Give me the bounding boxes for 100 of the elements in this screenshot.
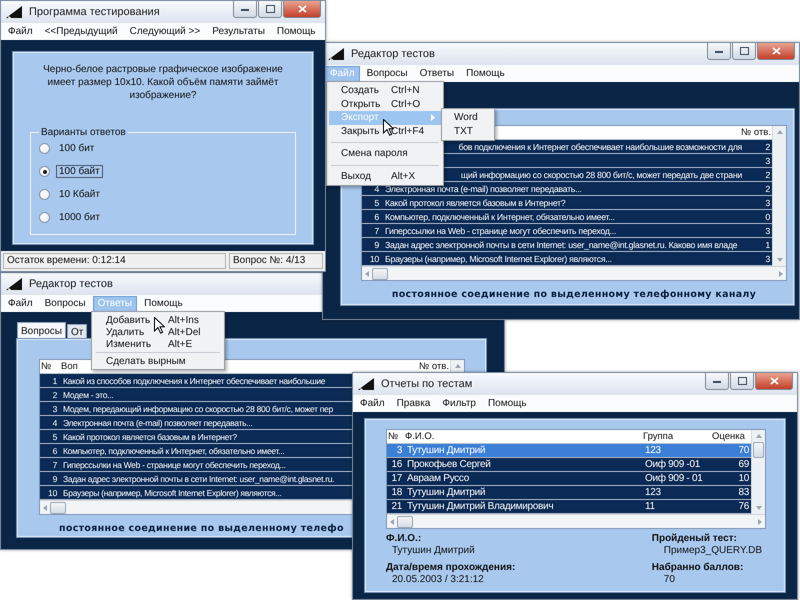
table-row[interactable]: 2 Модем - это... xyxy=(40,388,352,402)
radio-button[interactable] xyxy=(39,143,50,154)
vertical-scrollbar[interactable] xyxy=(751,430,765,514)
scroll-thumb[interactable] xyxy=(753,442,764,458)
column-header[interactable]: Оценка xyxy=(711,431,746,442)
menu-item[interactable]: Изменить Alt+E xyxy=(94,338,222,350)
scroll-thumb[interactable] xyxy=(50,502,66,514)
menu-item[interactable]: Файл xyxy=(3,296,38,312)
table-row[interactable]: 21 Тутушин Дмитрий Владимирович 11 76 xyxy=(387,500,751,514)
menu-item[interactable]: Помощь xyxy=(461,66,510,82)
radio-button[interactable] xyxy=(39,189,50,200)
menu-item[interactable]: Файл xyxy=(3,24,38,40)
menu-item[interactable]: Помощь xyxy=(482,396,532,412)
table-row[interactable]: 17 Авраам Руссо Оиф 909 - 01 10 xyxy=(387,472,751,486)
scroll-down-icon[interactable] xyxy=(754,505,762,511)
column-header[interactable]: Ф.И.О. xyxy=(404,431,436,442)
table-row[interactable]: 10 Браузеры (например, Microsoft Internet Explorer) являются... xyxy=(40,486,352,500)
menu-item[interactable]: Файл xyxy=(355,396,390,412)
scroll-right-icon[interactable] xyxy=(778,270,784,278)
menu-item[interactable]: Помощь xyxy=(272,24,321,40)
scroll-thumb[interactable] xyxy=(372,268,388,280)
option-label[interactable]: 1000 бит xyxy=(56,211,103,224)
menu-item[interactable]: Открыть Ctrl+O xyxy=(329,98,441,111)
table-row[interactable]: 18 Тутушин Дмитрий 123 83 xyxy=(387,486,751,500)
table-row[interactable]: 5 Какой протокол является базовым в Интернет? 3 xyxy=(362,196,772,210)
menu-item[interactable]: Помощь xyxy=(139,296,188,312)
menu-item[interactable]: Правка xyxy=(392,396,436,412)
table-row[interactable]: 7 Гиперссылки на Web - странице могут обеспечить переход... xyxy=(40,458,352,472)
menu-item[interactable]: Результаты xyxy=(207,24,270,40)
column-header[interactable]: № xyxy=(387,431,400,442)
menu-item[interactable]: Добавить Alt+Ins xyxy=(94,314,222,326)
question-text: Гиперссылки на Web - странице могут обеспечить переход... xyxy=(63,460,286,470)
horizontal-scrollbar[interactable] xyxy=(362,266,786,280)
vertical-scrollbar[interactable] xyxy=(772,126,786,266)
column-header[interactable]: № xyxy=(40,361,52,372)
column-header[interactable]: Воп xyxy=(60,361,79,372)
app-logo-icon xyxy=(5,5,23,19)
menu-item[interactable]: Вопросы xyxy=(362,66,413,82)
scroll-right-icon[interactable] xyxy=(757,518,763,526)
table-row[interactable]: 6 Компьютер, подключенный к Интернет, обязательно имеет... 0 xyxy=(362,210,772,224)
field-label: Дата/время прохождения: xyxy=(386,562,516,574)
scroll-down-icon[interactable] xyxy=(776,257,784,263)
menu-item[interactable]: Вопросы xyxy=(40,296,91,312)
window-title: Отчеты по тестам xyxy=(381,378,472,390)
close-button[interactable] xyxy=(755,373,793,390)
column-header[interactable]: Группа xyxy=(642,431,674,442)
column-header[interactable]: № отв. xyxy=(418,361,450,372)
cell-text: Тутушин Дмитрий xyxy=(406,445,486,456)
table-row[interactable]: 1 Какой из способов подключения к Интернет обеспечивает наибольшие xyxy=(40,374,352,388)
radio-button[interactable] xyxy=(39,212,50,223)
maximize-button[interactable] xyxy=(732,43,756,60)
table-row[interactable]: 7 Гиперссылки на Web - странице могут обеспечить переход... 3 xyxy=(362,224,772,238)
menu-item[interactable]: Удалить Alt+Del xyxy=(94,326,222,338)
shortcut-label: Alt+E xyxy=(168,338,194,350)
menu-item[interactable]: Следующий >> xyxy=(124,24,206,40)
table-row[interactable]: 16 Прокофьев Сергей Оиф 909 -01 69 xyxy=(387,458,751,472)
table-row[interactable]: 6 Компьютер, подключенный к Интернет, обязательно имеет... xyxy=(40,444,352,458)
submenu-item[interactable]: TXT xyxy=(442,124,494,138)
table-row[interactable]: 9 Задан адрес электронной почты в сети Internet: user_name@int.glasnet.ru. xyxy=(40,472,352,486)
table-row[interactable]: 10 Браузеры (например, Microsoft Internet Explorer) являются... 3 xyxy=(362,252,772,266)
row-number: 1 xyxy=(52,376,58,386)
tab[interactable]: От xyxy=(66,324,88,339)
column-header[interactable]: № отв. xyxy=(740,127,772,138)
close-button[interactable] xyxy=(283,1,321,18)
maximize-button[interactable] xyxy=(730,373,754,390)
scroll-left-icon[interactable] xyxy=(364,270,370,278)
row-number: 2 xyxy=(52,390,58,400)
menu-item[interactable]: Фильтр xyxy=(437,396,481,412)
row-number: 7 xyxy=(52,460,58,470)
cell-text: 11 xyxy=(644,501,656,512)
option-label[interactable]: 10 Кбайт xyxy=(56,188,103,201)
close-button[interactable] xyxy=(757,43,795,60)
menu-item[interactable]: <<Предыдущий xyxy=(40,24,123,40)
horizontal-scrollbar[interactable] xyxy=(387,514,765,528)
minimize-button[interactable] xyxy=(705,373,729,390)
scroll-left-icon[interactable] xyxy=(389,518,395,526)
table-row[interactable]: 3 Тутушин Дмитрий 123 70 xyxy=(387,444,751,458)
scroll-up-icon[interactable] xyxy=(754,433,762,439)
option-label[interactable]: 100 байт xyxy=(56,165,103,178)
radio-button[interactable] xyxy=(39,166,50,177)
scroll-up-icon[interactable] xyxy=(776,129,784,135)
maximize-button[interactable] xyxy=(258,1,282,18)
menu-item[interactable]: Сделать вырным xyxy=(94,355,222,367)
minimize-button[interactable] xyxy=(707,43,731,60)
tab[interactable]: Вопросы xyxy=(17,322,66,339)
scroll-thumb[interactable] xyxy=(397,516,413,528)
table-row[interactable]: 4 Электронная почта (e-mail) позволяет передавать... xyxy=(40,416,352,430)
menu-item[interactable]: Ответы xyxy=(414,66,460,82)
menu-item[interactable]: Создать Ctrl+N xyxy=(329,84,441,98)
shortcut-label: Alt+Ins xyxy=(168,314,200,326)
scroll-up-icon[interactable] xyxy=(454,363,462,369)
table-row[interactable]: 9 Задан адрес электронной почты в сети Internet: user_name@int.glasnet.ru. Каково имя владе 1 xyxy=(362,238,772,252)
table-row[interactable]: 4 Электронная почта (e-mail) позволяет передавать... 2 xyxy=(362,182,772,196)
scroll-left-icon[interactable] xyxy=(42,504,48,512)
table-row[interactable]: 5 Какой протокол является базовым в Интернет? xyxy=(40,430,352,444)
option-label[interactable]: 100 бит xyxy=(56,142,98,155)
menu-item[interactable]: Закрыть Ctrl+F4 xyxy=(329,124,441,138)
submenu-item[interactable]: Word xyxy=(442,111,494,124)
table-row[interactable]: 3 Модем, передающий информацию со скоростью 28 800 бит/с, может пер xyxy=(40,402,352,416)
minimize-button[interactable] xyxy=(233,1,257,18)
